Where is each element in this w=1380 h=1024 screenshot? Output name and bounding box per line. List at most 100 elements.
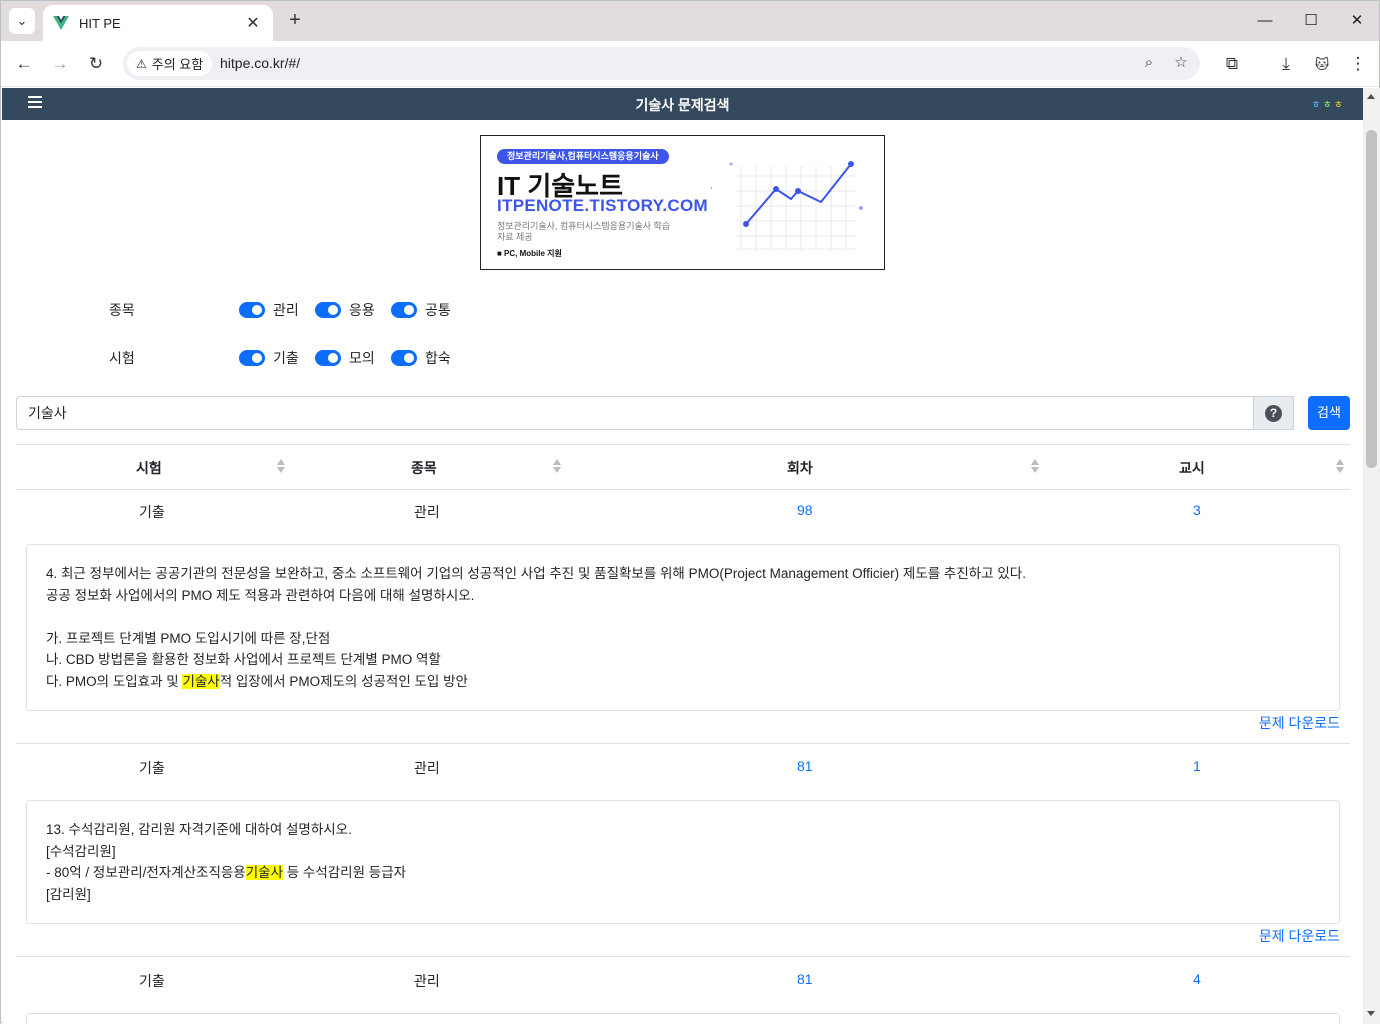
download-link[interactable]: 문제 다운로드 — [16, 711, 1350, 743]
results-table: 시험 종목 회차 교시 기출 관리 98 3 4. 최근 정부에서는 공공기관의… — [16, 444, 1350, 1024]
exam-filter-label: 시험 — [109, 350, 135, 366]
browser-window: ⌄ HIT PE ✕ + — ☐ ✕ ← → ↻ ⚠ 주의 요함 hitpe.c… — [0, 0, 1380, 1024]
question-line — [46, 606, 1320, 628]
sort-icon[interactable] — [277, 459, 285, 473]
question-text: - 80억 / 정보관리/전자계산조직응용 — [46, 865, 246, 880]
sort-icon[interactable] — [1336, 459, 1344, 473]
column-header-exam[interactable]: 시험 — [136, 458, 162, 478]
question-box: 4. 최근 정부에서는 공공기관의 전문성을 보완하고, 중소 소프트웨어 기업… — [26, 544, 1340, 711]
column-header-period[interactable]: 교시 — [1179, 458, 1205, 478]
sort-icon[interactable] — [1031, 459, 1039, 473]
toggle-switch[interactable] — [391, 350, 417, 366]
banner-platform: ■ PC, Mobile 지원 — [497, 249, 562, 258]
table-row[interactable]: 기출 관리 81 1 — [16, 746, 1350, 790]
browser-tab[interactable]: HIT PE ✕ — [43, 5, 273, 41]
toggle-exam-past[interactable]: 기출 — [239, 346, 299, 370]
question-line: 공공 정보화 사업에서의 PMO 제도 적용과 관련하여 다음에 대해 설명하시… — [46, 587, 475, 603]
banner-site: ITPENOTE.TISTORY.COM — [497, 196, 708, 215]
cell-category: 관리 — [414, 504, 440, 520]
app-navbar: 기술사 문제검색 ㅎㅎㅎ — [2, 88, 1363, 120]
row-divider — [16, 743, 1350, 744]
banner-ad[interactable]: 정보관리기술사,컴퓨터시스템응용기술사 IT 기술노트 ITPENOTE.TIS… — [480, 135, 885, 270]
download-link[interactable]: 문제 다운로드 — [16, 924, 1350, 956]
scroll-thumb[interactable] — [1366, 130, 1377, 468]
extensions-icon[interactable]: ⧉ — [1219, 51, 1245, 77]
toggle-category-application[interactable]: 응용 — [315, 298, 375, 322]
more-menu-icon[interactable]: ⋮ — [1345, 51, 1371, 77]
vue-logo-icon — [53, 16, 69, 30]
cell-exam: 기출 — [139, 504, 165, 520]
column-header-round[interactable]: 회차 — [787, 458, 813, 478]
tab-search-button[interactable]: ⌄ — [9, 8, 35, 34]
close-tab-icon[interactable]: ✕ — [243, 13, 263, 33]
reload-icon[interactable]: ↻ — [83, 51, 109, 77]
toggle-label: 공통 — [425, 302, 451, 318]
toggle-exam-mock[interactable]: 모의 — [315, 346, 375, 370]
question-line: 4. 최근 정부에서는 공공기관의 전문성을 보완하고, 중소 소프트웨어 기업… — [46, 566, 1026, 581]
cell-period-link[interactable]: 3 — [1193, 502, 1201, 518]
toggle-switch[interactable] — [239, 350, 265, 366]
cell-period-link[interactable]: 4 — [1193, 971, 1201, 987]
download-icon[interactable]: ⤓ — [1273, 51, 1299, 77]
cell-category: 관리 — [414, 760, 440, 776]
question-line: 13. 수석감리원, 감리원 자격기준에 대하여 설명하시오. — [46, 822, 352, 837]
toggle-switch[interactable] — [391, 302, 417, 318]
toggle-switch[interactable] — [315, 350, 341, 366]
help-button[interactable]: ? — [1253, 397, 1293, 429]
maximize-button[interactable]: ☐ — [1289, 7, 1333, 35]
page-scrollbar[interactable] — [1363, 88, 1380, 1024]
question-text: 적 입장에서 PMO제도의 성공적인 도입 방안 — [219, 673, 468, 689]
cell-exam: 기출 — [139, 760, 165, 776]
question-box: 13. 수석감리원, 감리원 자격기준에 대하여 설명하시오. [수석감리원] … — [26, 800, 1340, 924]
search-input[interactable] — [17, 397, 1253, 429]
address-bar[interactable]: ⚠ 주의 요함 hitpe.co.kr/#/ ⌕ ☆ — [123, 47, 1200, 80]
nav-decoration: ㅎㅎㅎ — [1311, 100, 1345, 111]
toggle-switch[interactable] — [239, 302, 265, 318]
row-divider — [16, 956, 1350, 957]
tab-strip: ⌄ HIT PE ✕ + — ☐ ✕ — [1, 1, 1379, 41]
scroll-up-icon[interactable] — [1367, 94, 1375, 99]
toggle-category-management[interactable]: 관리 — [239, 298, 299, 322]
toggle-switch[interactable] — [315, 302, 341, 318]
cell-round-link[interactable]: 81 — [797, 758, 813, 774]
chevron-down-icon: ⌄ — [16, 13, 28, 28]
toggle-category-common[interactable]: 공통 — [391, 298, 451, 322]
banner-subtitle: 정보관리기술사, 컴퓨터시스템응용기술사 학습자료 제공 — [497, 221, 671, 242]
exam-filter-row: 시험 기출 모의 합숙 — [2, 346, 1363, 370]
question-line: 다. PMO의 도입효과 및 기술사적 입장에서 PMO제도의 성공적인 도입 … — [46, 671, 1320, 693]
question-line: 나. CBD 방법론을 활용한 정보화 사업에서 프로젝트 단계별 PMO 역할 — [46, 652, 441, 667]
category-filter-row: 종목 관리 응용 공통 — [2, 298, 1363, 322]
bookmark-star-icon[interactable]: ☆ — [1170, 52, 1192, 74]
back-icon[interactable]: ← — [11, 51, 37, 77]
url-text[interactable]: hitpe.co.kr/#/ — [220, 55, 300, 71]
scroll-down-icon[interactable] — [1367, 1011, 1375, 1016]
column-header-category[interactable]: 종목 — [411, 458, 437, 478]
question-line: - 80억 / 정보관리/전자계산조직응용기술사 등 수석감리원 등급자 — [46, 862, 1320, 884]
toggle-label: 합숙 — [425, 350, 451, 366]
question-line: [감리원] — [46, 886, 91, 902]
toggle-exam-camp[interactable]: 합숙 — [391, 346, 451, 370]
new-tab-button[interactable]: + — [283, 9, 307, 33]
search-group: ? — [16, 396, 1294, 430]
toggle-label: 응용 — [349, 302, 375, 318]
table-header: 시험 종목 회차 교시 — [16, 444, 1350, 490]
tab-title: HIT PE — [79, 15, 121, 31]
forward-icon[interactable]: → — [47, 51, 73, 77]
browser-toolbar: ← → ↻ ⚠ 주의 요함 hitpe.co.kr/#/ ⌕ ☆ ⧉ ⤓ 🐱 ⋮ — [1, 41, 1379, 87]
page-title: 기술사 문제검색 — [635, 97, 730, 113]
search-button[interactable]: 검색 — [1308, 396, 1350, 430]
close-window-button[interactable]: ✕ — [1335, 7, 1379, 35]
table-row[interactable]: 기출 관리 81 4 — [16, 959, 1350, 1003]
table-row[interactable]: 기출 관리 98 3 — [16, 490, 1350, 534]
zoom-icon[interactable]: ⌕ — [1138, 52, 1160, 74]
cell-round-link[interactable]: 81 — [797, 971, 813, 987]
cell-round-link[interactable]: 98 — [797, 502, 813, 518]
security-chip[interactable]: ⚠ 주의 요함 — [127, 51, 213, 76]
cell-period-link[interactable]: 1 — [1193, 758, 1201, 774]
warning-icon: ⚠ — [136, 56, 147, 71]
question-text: 다. PMO의 도입효과 및 — [46, 673, 183, 689]
profile-avatar-icon[interactable]: 🐱 — [1309, 51, 1335, 77]
minimize-button[interactable]: — — [1243, 7, 1287, 35]
sort-icon[interactable] — [553, 459, 561, 473]
toggle-label: 관리 — [273, 302, 299, 318]
